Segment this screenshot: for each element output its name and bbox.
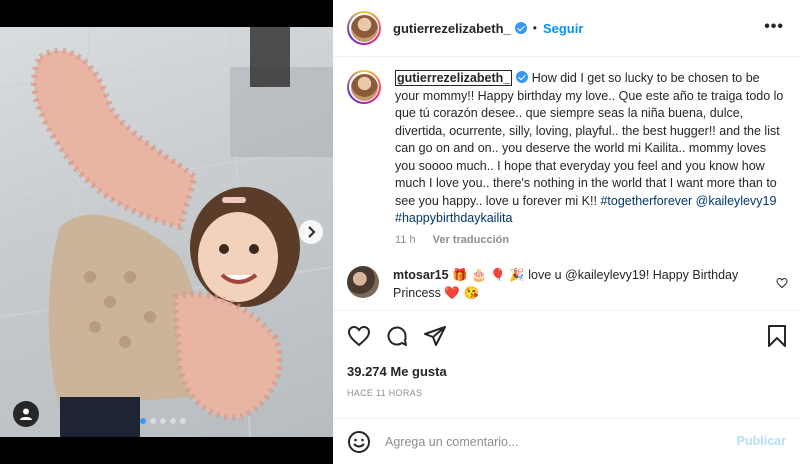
carousel-next-button[interactable]: [299, 220, 323, 244]
comment-item: mtosar15 🎁 🎂 🎈 🎉 love u @kaileylevy19! H…: [347, 266, 787, 302]
commenter-username[interactable]: mtosar15: [393, 268, 449, 282]
verified-icon: [516, 71, 529, 83]
caption-username[interactable]: gutierrezelizabeth_: [395, 70, 513, 86]
tagged-users-button[interactable]: [13, 401, 39, 427]
post-caption: gutierrezelizabeth_ How did I get so luc…: [347, 70, 787, 246]
share-icon: [424, 325, 446, 346]
carousel-dot: [170, 418, 176, 424]
post-timestamp[interactable]: HACE 11 HORAS: [347, 388, 422, 398]
comment-text: mtosar15 🎁 🎂 🎈 🎉 love u @kaileylevy19! H…: [393, 266, 773, 302]
caption-time[interactable]: 11 h: [395, 234, 416, 246]
author-avatar[interactable]: [347, 11, 381, 45]
carousel-dot: [150, 418, 156, 424]
comment-like-button[interactable]: [776, 276, 788, 294]
verified-icon: [514, 22, 527, 34]
caption-meta: 11 h Ver traducción: [395, 234, 787, 246]
emoji-icon: [348, 430, 370, 453]
carousel-dot: [140, 418, 146, 424]
post-media: [0, 0, 333, 464]
follow-button[interactable]: Seguir: [543, 21, 583, 36]
caption-text: gutierrezelizabeth_ How did I get so luc…: [395, 70, 785, 228]
comment-icon: [387, 326, 407, 346]
publish-button[interactable]: Publicar: [737, 434, 786, 448]
post-actions: [333, 310, 800, 360]
carousel-dot: [180, 418, 186, 424]
emoji-button[interactable]: [347, 430, 371, 454]
caption-author-avatar[interactable]: [347, 70, 381, 104]
post-header: gutierrezelizabeth_ • Seguir •••: [333, 0, 800, 57]
post-photo[interactable]: [0, 27, 333, 437]
post-panel: gutierrezelizabeth_ • Seguir ••• gutierr…: [333, 0, 800, 464]
add-comment-bar: Publicar: [333, 418, 800, 464]
share-button[interactable]: [423, 324, 447, 348]
see-translation-link[interactable]: Ver traducción: [433, 234, 509, 246]
more-options-button[interactable]: •••: [764, 18, 784, 36]
likes-count[interactable]: 39.274 Me gusta: [347, 364, 447, 379]
like-button[interactable]: [347, 324, 371, 348]
chevron-right-icon: [308, 226, 316, 238]
photo-illustration: [0, 27, 333, 437]
comment-button[interactable]: [385, 324, 409, 348]
commenter-avatar[interactable]: [347, 266, 379, 298]
heart-icon: [776, 277, 788, 289]
carousel-dot: [160, 418, 166, 424]
comment-input[interactable]: [385, 434, 715, 449]
bookmark-icon: [768, 325, 786, 347]
save-button[interactable]: [766, 324, 788, 353]
user-tag-icon: [20, 408, 32, 420]
separator-dot: •: [532, 21, 537, 35]
caption-body: How did I get so lucky to be chosen to b…: [395, 71, 784, 208]
carousel-indicator: [140, 418, 186, 424]
heart-icon: [347, 325, 371, 346]
author-username[interactable]: gutierrezelizabeth_: [393, 21, 511, 36]
